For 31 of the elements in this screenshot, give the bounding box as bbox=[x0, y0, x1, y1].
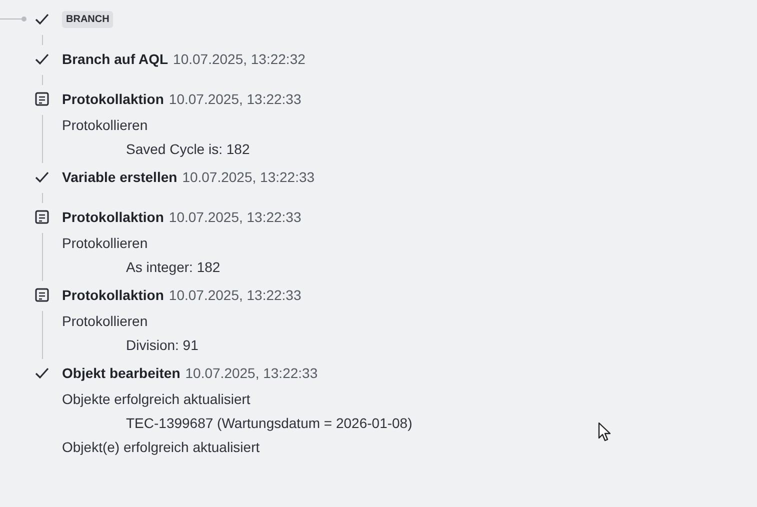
connector-line bbox=[0, 16, 28, 22]
log-message: Objekt(e) erfolgreich aktualisiert bbox=[62, 438, 260, 457]
timestamp: 10.07.2025, 13:22:33 bbox=[168, 90, 302, 108]
step-title: Protokollaktion bbox=[62, 208, 164, 226]
step-title: Objekt bearbeiten bbox=[62, 364, 180, 383]
note-icon bbox=[34, 91, 50, 107]
note-icon bbox=[34, 209, 50, 225]
step-title: Branch auf AQL bbox=[62, 50, 168, 69]
log-detail: TEC-1399687 (Wartungsdatum = 2026-01-08) bbox=[126, 414, 412, 433]
log-message: Protokollieren bbox=[62, 116, 148, 134]
log-detail: Saved Cycle is: 182 bbox=[126, 140, 250, 159]
log-message: Objekte erfolgreich aktualisiert bbox=[62, 390, 250, 409]
check-icon bbox=[34, 365, 50, 381]
branch-tag: BRANCH bbox=[62, 10, 114, 28]
timestamp: 10.07.2025, 13:22:33 bbox=[182, 168, 315, 186]
timestamp: 10.07.2025, 13:22:33 bbox=[185, 364, 318, 382]
timestamp: 10.07.2025, 13:22:33 bbox=[168, 286, 302, 304]
step-title: Variable erstellen bbox=[62, 168, 178, 186]
step-title: Protokollaktion bbox=[62, 90, 164, 108]
log-detail: Division: 91 bbox=[126, 336, 198, 354]
timestamp: 10.07.2025, 13:22:32 bbox=[173, 50, 306, 68]
log-detail: As integer: 182 bbox=[126, 258, 220, 277]
timestamp: 10.07.2025, 13:22:33 bbox=[168, 208, 302, 226]
check-icon bbox=[34, 51, 50, 67]
log-message: Protokollieren bbox=[62, 312, 148, 330]
check-icon bbox=[34, 169, 50, 185]
check-icon bbox=[34, 11, 50, 27]
step-title: Protokollaktion bbox=[62, 286, 164, 304]
note-icon bbox=[34, 287, 50, 303]
mouse-pointer-icon bbox=[598, 422, 611, 442]
log-message: Protokollieren bbox=[62, 234, 148, 252]
